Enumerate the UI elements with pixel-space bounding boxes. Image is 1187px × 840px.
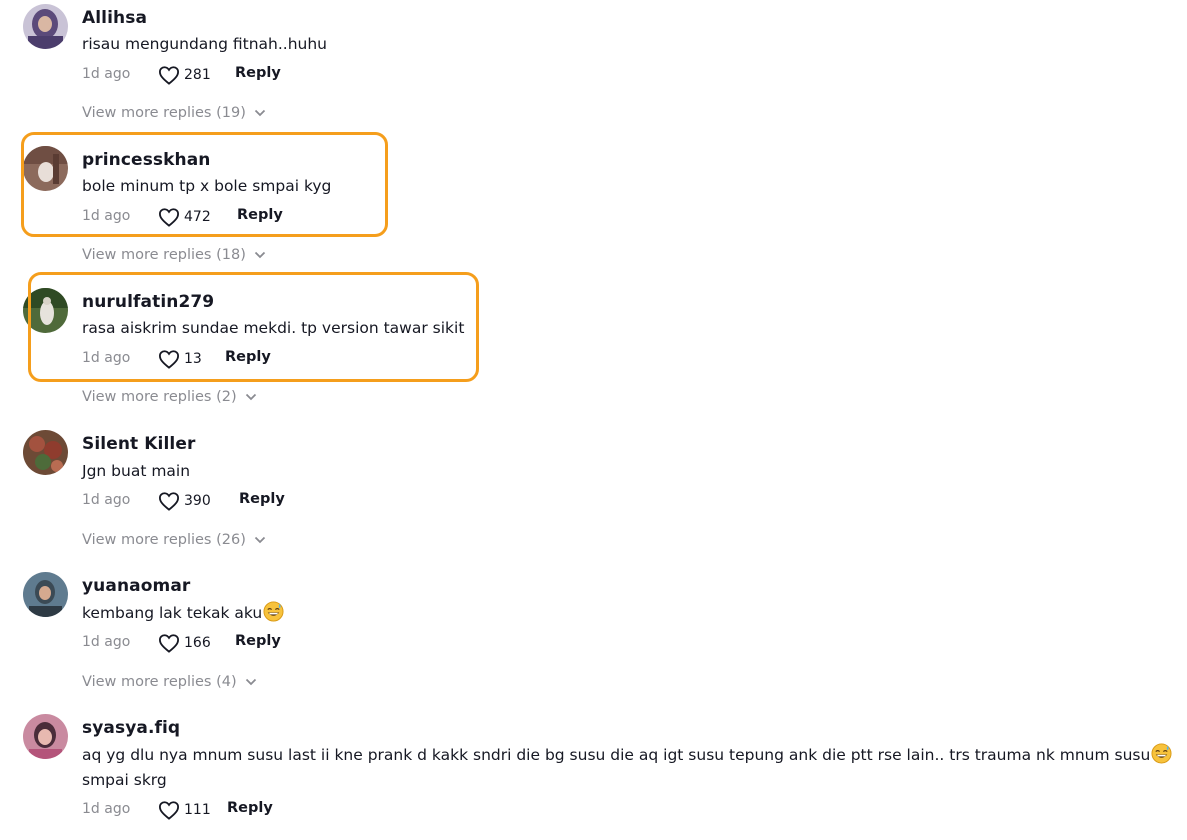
- like-button[interactable]: 166: [158, 632, 211, 654]
- comment-meta: 1d ago 166 Reply: [82, 632, 482, 654]
- comment-text-content: kembang lak tekak aku: [82, 604, 263, 622]
- like-count: 111: [184, 802, 211, 818]
- reply-button[interactable]: Reply: [227, 800, 273, 816]
- heart-outline-icon: [158, 350, 180, 369]
- avatar[interactable]: [23, 572, 68, 617]
- chevron-down-icon: [254, 536, 266, 544]
- like-button[interactable]: 111: [158, 799, 211, 821]
- comment-text: risau mengundang fitnah..huhu: [82, 35, 328, 53]
- username[interactable]: Allihsa: [82, 8, 147, 28]
- like-button[interactable]: 281: [158, 64, 211, 86]
- comment-meta: 1d ago 111 Reply: [82, 799, 482, 821]
- avatar[interactable]: [23, 430, 68, 475]
- username[interactable]: syasya.fiq: [82, 718, 180, 738]
- timestamp: 1d ago: [82, 634, 131, 650]
- heart-outline-icon: [158, 801, 180, 820]
- chevron-down-icon: [245, 678, 256, 686]
- comment-meta: 1d ago 390 Reply: [82, 490, 482, 512]
- comment-text-line2: smpai skrg: [82, 771, 167, 789]
- heart-outline-icon: [158, 634, 180, 653]
- like-count: 390: [184, 493, 211, 509]
- avatar[interactable]: [23, 146, 68, 191]
- view-more-label: View more replies (2): [82, 389, 237, 405]
- like-button[interactable]: 472: [158, 206, 211, 228]
- like-button[interactable]: 390: [158, 490, 211, 512]
- comment-meta: 1d ago 472 Reply: [82, 206, 482, 228]
- timestamp: 1d ago: [82, 492, 131, 508]
- view-more-replies[interactable]: View more replies (2): [82, 389, 257, 405]
- view-more-replies[interactable]: View more replies (18): [82, 247, 266, 263]
- reply-button[interactable]: Reply: [225, 349, 271, 365]
- comment-text: kembang lak tekak aku: [82, 601, 284, 626]
- timestamp: 1d ago: [82, 66, 131, 82]
- chevron-down-icon: [245, 393, 256, 401]
- like-button[interactable]: 13: [158, 348, 202, 370]
- view-more-label: View more replies (4): [82, 674, 237, 690]
- reply-button[interactable]: Reply: [237, 207, 283, 223]
- like-count: 13: [184, 351, 202, 367]
- comment-text: Jgn buat main: [82, 462, 191, 480]
- comment-text: bole minum tp x bole smpai kyg: [82, 177, 332, 195]
- view-more-replies[interactable]: View more replies (4): [82, 674, 257, 690]
- comment-text: aq yg dlu nya mnum susu last ii kne pran…: [82, 743, 1172, 768]
- avatar[interactable]: [23, 4, 68, 49]
- avatar[interactable]: [23, 288, 68, 333]
- heart-outline-icon: [158, 492, 180, 511]
- comment-text: rasa aiskrim sundae mekdi. tp version ta…: [82, 319, 465, 337]
- view-more-replies[interactable]: View more replies (19): [82, 105, 266, 121]
- chevron-down-icon: [254, 109, 266, 117]
- grinning-sweat-emoji-icon: [263, 601, 284, 622]
- username[interactable]: princesskhan: [82, 150, 211, 170]
- comment-text-line1: aq yg dlu nya mnum susu last ii kne pran…: [82, 746, 1151, 764]
- view-more-label: View more replies (26): [82, 532, 246, 548]
- view-more-replies[interactable]: View more replies (26): [82, 532, 266, 548]
- heart-outline-icon: [158, 208, 180, 227]
- like-count: 166: [184, 635, 211, 651]
- view-more-label: View more replies (18): [82, 247, 246, 263]
- username[interactable]: nurulfatin279: [82, 292, 214, 312]
- like-count: 472: [184, 209, 211, 225]
- chevron-down-icon: [254, 251, 266, 259]
- reply-button[interactable]: Reply: [239, 491, 285, 507]
- comment-meta: 1d ago 13 Reply: [82, 348, 482, 370]
- reply-button[interactable]: Reply: [235, 633, 281, 649]
- comment-meta: 1d ago 281 Reply: [82, 64, 482, 86]
- timestamp: 1d ago: [82, 801, 131, 817]
- reply-button[interactable]: Reply: [235, 65, 281, 81]
- username[interactable]: yuanaomar: [82, 576, 190, 596]
- like-count: 281: [184, 67, 211, 83]
- heart-outline-icon: [158, 66, 180, 85]
- grinning-sweat-emoji-icon: [1151, 743, 1172, 764]
- view-more-label: View more replies (19): [82, 105, 246, 121]
- timestamp: 1d ago: [82, 350, 131, 366]
- username[interactable]: Silent Killer: [82, 434, 195, 454]
- timestamp: 1d ago: [82, 208, 131, 224]
- avatar[interactable]: [23, 714, 68, 759]
